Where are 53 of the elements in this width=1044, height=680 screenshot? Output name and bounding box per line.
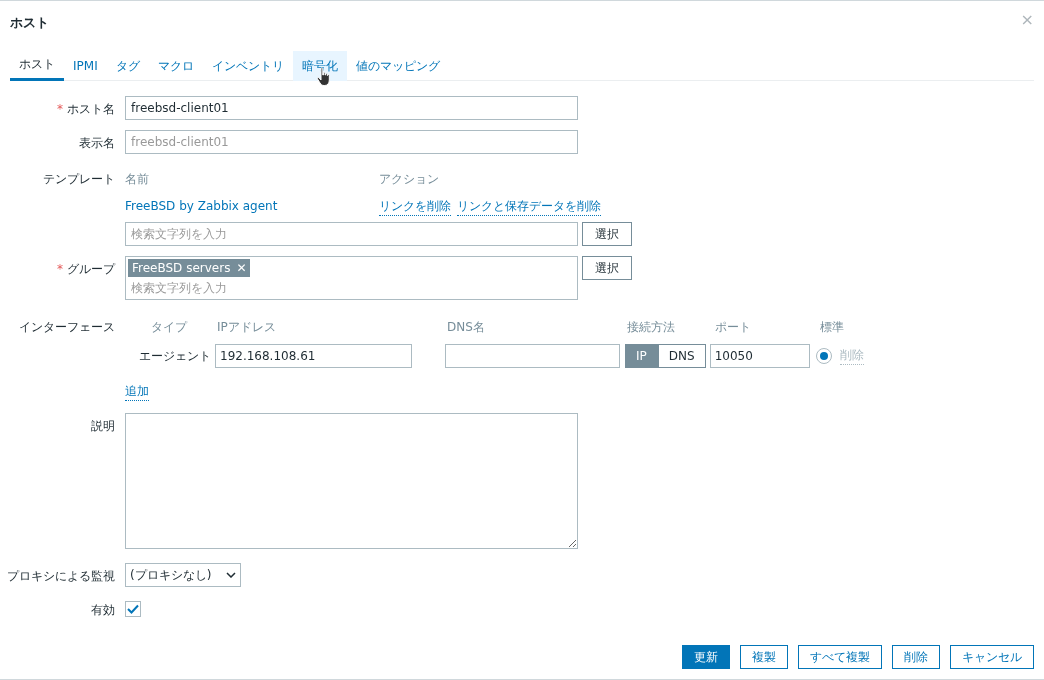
interface-type: エージェント: [138, 347, 212, 365]
field-label: プロキシによる監視: [7, 568, 115, 583]
dialog-button[interactable]: 削除: [892, 645, 940, 669]
column-header: DNS名: [447, 318, 486, 336]
select-button[interactable]: 選択: [582, 221, 632, 246]
column-header: アクション: [379, 170, 439, 188]
unlink-link[interactable]: リンクと保存データを削除: [457, 196, 601, 216]
ip-address-field[interactable]: 192.168.108.61: [215, 343, 412, 368]
connect-toggle[interactable]: DNS: [657, 343, 706, 368]
group-field[interactable]: FreeBSD servers ✕ 検索文字列を入力: [125, 255, 578, 300]
chevron-down-icon: [226, 571, 236, 578]
dialog-button[interactable]: キャンセル: [950, 645, 1034, 669]
required-mark: *: [57, 261, 63, 276]
tab[interactable]: IPMI: [64, 50, 107, 81]
field-label: 表示名: [79, 135, 115, 150]
group-tag: FreeBSD servers ✕: [128, 258, 251, 277]
unlink-link[interactable]: リンクを削除: [379, 196, 451, 216]
field-label: ホスト名: [67, 101, 115, 116]
tab[interactable]: インベントリ: [202, 50, 293, 81]
tab[interactable]: タグ: [106, 50, 149, 81]
field-label: 有効: [91, 602, 115, 617]
host-name-field[interactable]: freebsd-client01: [125, 95, 578, 120]
tab[interactable]: マクロ: [148, 50, 203, 81]
column-header: IPアドレス: [217, 318, 277, 336]
tab[interactable]: 値のマッピング: [346, 50, 449, 81]
column-header: 名前: [125, 170, 150, 188]
column-header: ポート: [715, 318, 752, 336]
field-label: テンプレート: [43, 171, 115, 186]
field-label: 説明: [91, 418, 115, 433]
description-field[interactable]: [125, 412, 578, 549]
dialog-button[interactable]: すべて複製: [798, 645, 882, 669]
remove-button[interactable]: ✕: [236, 258, 247, 277]
column-header: 接続方法: [627, 318, 676, 336]
column-header: タイプ: [150, 318, 189, 336]
required-mark: *: [57, 101, 63, 116]
group-search-input[interactable]: 検索文字列を入力: [128, 278, 575, 297]
tab[interactable]: ホスト: [10, 50, 64, 81]
proxy-select[interactable]: (プロキシなし): [125, 562, 241, 587]
dns-name-field[interactable]: [445, 343, 620, 368]
template-search-field[interactable]: 検索文字列を入力: [125, 221, 578, 246]
enabled-checkbox[interactable]: [125, 600, 141, 617]
dialog-button[interactable]: 更新: [682, 645, 730, 669]
dialog-button[interactable]: 複製: [740, 645, 788, 669]
field-label: インターフェース: [19, 319, 115, 334]
template-link[interactable]: FreeBSD by Zabbix agent: [125, 196, 379, 216]
port-field[interactable]: 10050: [709, 343, 810, 368]
visible-name-field[interactable]: freebsd-client01: [125, 129, 578, 154]
field-label: グループ: [67, 261, 115, 276]
column-header: 標準: [820, 318, 844, 336]
add-link[interactable]: 追加: [125, 381, 149, 401]
dialog-title: ホスト: [10, 14, 49, 32]
connect-toggle[interactable]: IP: [625, 343, 658, 368]
select-button[interactable]: 選択: [582, 255, 632, 280]
